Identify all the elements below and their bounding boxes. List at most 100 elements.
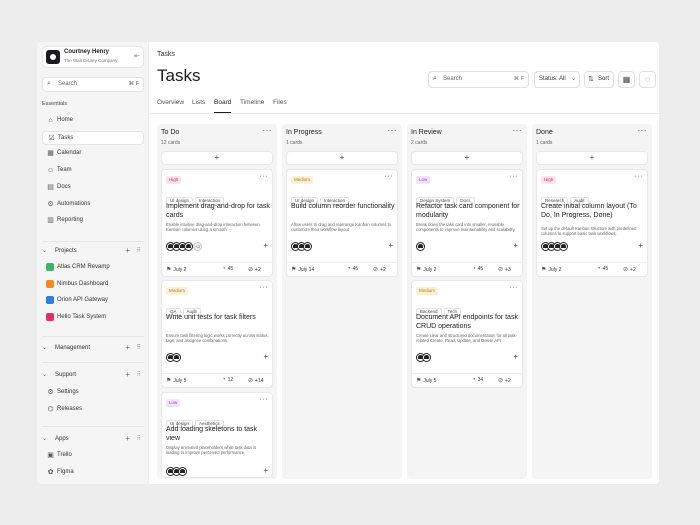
add-assignee-icon[interactable]: + — [513, 352, 518, 361]
sidebar-item-settings[interactable]: ⚙ Settings — [42, 386, 144, 400]
apps-group-header[interactable]: ⌄ Apps + ⠿ — [42, 434, 144, 446]
more-options-icon[interactable]: ··· — [638, 126, 648, 135]
card-description: Allow users to drag and rearrange Kanban… — [291, 222, 392, 232]
add-card-button[interactable]: + — [536, 151, 648, 165]
add-assignee-icon[interactable]: + — [513, 241, 518, 250]
add-project-icon[interactable]: + — [125, 246, 130, 255]
tab-overview[interactable]: Overview — [157, 99, 184, 113]
sidebar-collapse-icon[interactable]: ⇤ — [134, 52, 140, 60]
task-card[interactable]: Medium ··· QA Audit Write unit tests for tas… — [161, 280, 274, 388]
card-footer: ⚑ July 2 ◔ 45 ⊘ +2 — [162, 262, 274, 276]
progress-icon: ◔ — [347, 266, 351, 272]
tab-board[interactable]: Board — [214, 99, 232, 113]
sidebar-project-helio-task-system[interactable]: Helio Task System — [42, 311, 144, 325]
more-options-icon[interactable]: ··· — [263, 126, 273, 135]
sidebar-project-atlas-crm-revamp[interactable]: Atlas CRM Revamp — [42, 261, 144, 275]
avatar — [416, 242, 425, 251]
card-footer: ⚑ July 14 ◔ 45 ⊘ +2 — [287, 262, 399, 276]
card-title: Create initial column layout (To Do, In … — [541, 203, 637, 219]
add-assignee-icon[interactable]: + — [388, 241, 393, 250]
more-options-icon[interactable]: ··· — [260, 173, 269, 180]
sidebar-item-releases[interactable]: ⌬ Releases — [42, 403, 144, 417]
task-card[interactable]: High ··· Research Audit Create initial colum… — [536, 169, 649, 277]
sidebar-app-figma[interactable]: ✿ Figma — [42, 466, 144, 480]
tab-lists[interactable]: Lists — [192, 99, 205, 113]
search-input[interactable]: ⌕ Search ⌘ F — [428, 71, 529, 88]
assignee-avatars: +3 — [166, 242, 202, 251]
project-icon — [46, 296, 54, 305]
column-card-count: 1 cards — [536, 140, 553, 146]
add-assignee-icon[interactable]: + — [263, 352, 268, 361]
add-app-icon[interactable]: + — [125, 434, 130, 443]
status-filter-dropdown[interactable]: Status: All ⌄ — [534, 71, 580, 88]
sidebar-project-orion-api-gateway[interactable]: Orion API Gateway — [42, 294, 144, 308]
account-switcher[interactable]: Courtney Henry The Walt Disney Company ⇤ — [42, 46, 144, 68]
sidebar-item-automations[interactable]: ⚙ Automations — [42, 198, 144, 212]
more-options-icon[interactable]: ··· — [260, 284, 269, 291]
settings-dial-icon[interactable]: ◌ — [639, 71, 656, 88]
sidebar-item-docs[interactable]: ▤ Docs — [42, 181, 144, 195]
due-date-text: July 5 — [173, 378, 187, 384]
add-card-button[interactable]: + — [286, 151, 398, 165]
sidebar-divider — [42, 336, 144, 337]
breadcrumb[interactable]: Tasks — [157, 51, 175, 58]
add-card-button[interactable]: + — [411, 151, 523, 165]
sort-button[interactable]: ⇅ Sort — [584, 71, 614, 88]
more-options-icon[interactable]: ··· — [388, 126, 398, 135]
calculator-icon[interactable]: ▦ — [618, 71, 635, 88]
card-description: Enable intuitive drag-and-drop interacti… — [166, 222, 260, 232]
avatar — [184, 242, 193, 251]
tab-timeline[interactable]: Timeline — [240, 99, 264, 113]
flag-icon: ⚑ — [166, 267, 172, 273]
chevron-down-icon: ⌄ — [42, 372, 48, 378]
task-card[interactable]: Low ··· UI design Aesthetics Add loading ske… — [161, 392, 273, 478]
management-group-header[interactable]: ⌄ Management + ⠿ — [42, 343, 144, 355]
more-options-icon[interactable]: ··· — [635, 173, 644, 180]
flag-icon: ⚑ — [166, 378, 172, 384]
sidebar-search[interactable]: ⌕ Search ⌘ F — [42, 77, 144, 92]
tab-files[interactable]: Files — [273, 99, 287, 113]
add-card-button[interactable]: + — [161, 151, 273, 165]
add-assignee-icon[interactable]: + — [263, 466, 268, 475]
projects-group-header[interactable]: ⌄ Projects + ⠿ — [42, 246, 144, 258]
drag-handle-icon[interactable]: ⠿ — [137, 435, 141, 442]
sidebar-item-label: Docs — [57, 183, 71, 190]
more-options-icon[interactable]: ··· — [510, 173, 519, 180]
more-options-icon[interactable]: ··· — [513, 126, 523, 135]
sidebar-item-tasks[interactable]: ☑ Tasks — [42, 130, 144, 145]
sidebar-project-nimbus-dashboard[interactable]: Nimbus Dashboard — [42, 278, 144, 292]
extra-assignees-count: +3 — [193, 242, 202, 251]
sidebar-item-calendar[interactable]: ▦ Calendar — [42, 147, 144, 161]
sidebar-item-team[interactable]: ☺ Team — [42, 164, 144, 178]
more-options-icon[interactable]: ··· — [510, 284, 519, 291]
support-group-header[interactable]: ⌄ Support + ⠿ — [42, 370, 144, 382]
progress-indicator: ◔ 12 — [222, 377, 233, 383]
home-icon: ⌂ — [48, 117, 53, 124]
more-options-icon[interactable]: ··· — [385, 173, 394, 180]
add-support-icon[interactable]: + — [125, 370, 130, 379]
sidebar-app-trello[interactable]: ▣ Trello — [42, 449, 144, 463]
drag-handle-icon[interactable]: ⠿ — [137, 344, 141, 351]
add-assignee-icon[interactable]: + — [638, 241, 643, 250]
task-card[interactable]: Medium ··· Backend Tech Document API endpoin… — [411, 280, 524, 388]
task-card[interactable]: High ··· UI design Interaction Implement dra… — [161, 169, 274, 277]
project-icon — [46, 263, 54, 271]
sidebar-search-placeholder: Search — [58, 81, 78, 87]
sidebar-item-reporting[interactable]: ▥ Reporting — [42, 214, 144, 228]
priority-badge: High — [166, 176, 182, 184]
attachments: ⊘ +2 — [498, 377, 511, 384]
page-title: Tasks — [157, 66, 201, 85]
drag-handle-icon[interactable]: ⠿ — [137, 247, 141, 254]
add-assignee-icon[interactable]: + — [263, 241, 268, 250]
task-card[interactable]: Medium ··· UI design Interaction Build colum… — [286, 169, 399, 277]
progress-icon: ◔ — [597, 266, 601, 272]
task-card[interactable]: Low ··· Design System Docs Refactor task car… — [411, 169, 524, 277]
more-options-icon[interactable]: ··· — [260, 396, 269, 403]
add-management-icon[interactable]: + — [125, 343, 130, 352]
progress-text: 34 — [477, 377, 484, 383]
chevron-down-icon: ⌄ — [42, 436, 48, 442]
sidebar-item-home[interactable]: ⌂ Home — [42, 114, 144, 128]
column-title: Done — [536, 129, 553, 136]
drag-handle-icon[interactable]: ⠿ — [137, 371, 141, 378]
due-date: ⚑ July 2 — [541, 266, 561, 273]
